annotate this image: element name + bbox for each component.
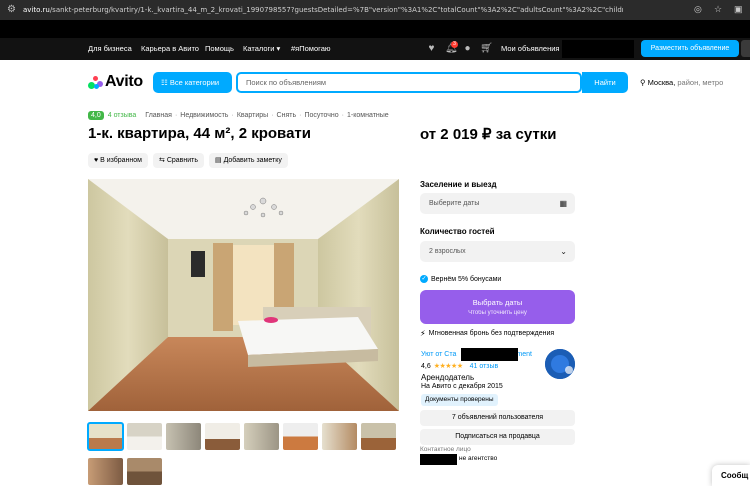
messages-widget[interactable]: Сообщ bbox=[712, 465, 750, 486]
dates-input[interactable]: Выберите даты ▦ bbox=[420, 193, 575, 214]
rating-badge: 4,0 bbox=[88, 111, 104, 120]
location-pin-icon: ⚲ bbox=[640, 78, 646, 87]
nav-catalogs[interactable]: Каталоги ▾ bbox=[243, 44, 280, 53]
chevron-down-icon: ⌄ bbox=[560, 247, 567, 256]
thumbnail-6[interactable] bbox=[283, 423, 318, 450]
crumb-home[interactable]: Главная bbox=[145, 112, 172, 119]
user-ads-button[interactable]: 7 объявлений пользователя bbox=[420, 410, 575, 426]
subscribe-seller-button[interactable]: Подписаться на продавца bbox=[420, 429, 575, 445]
redacted-contact bbox=[420, 454, 457, 465]
reviews-link[interactable]: 4 отзыва bbox=[108, 112, 137, 119]
search-input[interactable]: Поиск по объявлениям bbox=[236, 72, 582, 93]
favorite-button[interactable]: ♥ В избранном bbox=[88, 153, 148, 168]
guests-select[interactable]: 2 взрослых ⌄ bbox=[420, 241, 575, 262]
logo-text: Avito bbox=[105, 73, 143, 90]
nav-business[interactable]: Для бизнеса bbox=[88, 44, 132, 53]
dates-label: Заселение и выезд bbox=[420, 180, 497, 189]
host-rating: 4,6 ★★★★★ 41 отзыв bbox=[421, 362, 499, 371]
thumbnail-4[interactable] bbox=[205, 423, 240, 450]
host-reviews-link[interactable]: 41 отзыв bbox=[470, 363, 499, 370]
location-selector[interactable]: ⚲ Москва, район, метро bbox=[640, 78, 723, 87]
bedroom-photo bbox=[88, 179, 399, 411]
listing-title: 1-к. квартира, 44 м², 2 кровати bbox=[88, 125, 311, 142]
compare-icon: ⇆ bbox=[159, 157, 167, 164]
logo-dots-icon bbox=[88, 75, 103, 89]
edge-panel bbox=[741, 40, 750, 57]
nav-ipomogayu[interactable]: #яПомогаю bbox=[291, 44, 331, 53]
host-since: На Авито с декабря 2015 bbox=[421, 383, 503, 390]
redacted-host-name bbox=[461, 348, 518, 361]
avatar-image bbox=[545, 349, 575, 379]
crumb-1room[interactable]: 1-комнатные bbox=[347, 112, 389, 119]
my-ads-link[interactable]: Мои объявления bbox=[501, 44, 560, 53]
guests-label: Количество гостей bbox=[420, 227, 495, 236]
find-button[interactable]: Найти bbox=[582, 72, 628, 93]
instant-booking-note: ⚡︎ Мгновенная бронь без подтверждения bbox=[420, 329, 555, 338]
browser-address-bar[interactable]: ⚙ avito.ru/sankt-peterburg/kvartiry/1-k.… bbox=[0, 0, 750, 20]
crumb-rent[interactable]: Снять bbox=[277, 112, 297, 119]
site-info-icon[interactable]: ⚙ bbox=[7, 4, 19, 16]
redacted-user bbox=[562, 40, 634, 58]
crumb-realty[interactable]: Недвижимость bbox=[180, 112, 228, 119]
thumbnail-8[interactable] bbox=[361, 423, 396, 450]
grid-icon: ☷ bbox=[161, 78, 170, 87]
lightning-icon: ⚡︎ bbox=[420, 329, 426, 338]
all-categories-button[interactable]: ☷ Все категории bbox=[153, 72, 232, 93]
nav-career[interactable]: Карьера в Авито bbox=[141, 44, 199, 53]
star-icon[interactable]: ☆ bbox=[714, 4, 724, 14]
bonus-icon: ✓ bbox=[420, 275, 428, 283]
main-photo[interactable] bbox=[88, 179, 399, 411]
thumbnail-10[interactable] bbox=[127, 458, 162, 485]
note-icon: ▤ bbox=[215, 157, 224, 164]
calendar-icon: ▦ bbox=[559, 199, 567, 208]
contact-label: Контактное лицо bbox=[420, 446, 471, 453]
listing-actions: ♥ В избранном ⇆ Сравнить ▤ Добавить заме… bbox=[88, 153, 288, 168]
thumbnail-5[interactable] bbox=[244, 423, 279, 450]
thumbnail-9[interactable] bbox=[88, 458, 123, 485]
thumbnail-2[interactable] bbox=[127, 423, 162, 450]
heart-icon[interactable]: ♥ bbox=[426, 43, 437, 54]
extensions-icon[interactable]: ▣ bbox=[734, 4, 744, 14]
redacted-bar bbox=[0, 20, 750, 38]
choose-dates-button[interactable]: Выбрать даты Чтобы уточнить цену bbox=[420, 290, 575, 324]
cart-icon[interactable]: 🛒︎ bbox=[480, 43, 493, 54]
eye-off-icon[interactable]: ◎ bbox=[694, 4, 704, 14]
avito-logo[interactable]: Avito bbox=[88, 73, 143, 91]
crumb-flats[interactable]: Квартиры bbox=[237, 112, 268, 119]
bonus-info: ✓ Вернём 5% бонусами bbox=[420, 275, 502, 283]
thumbnail-7[interactable] bbox=[322, 423, 357, 450]
docs-verified-badge: Документы проверены bbox=[421, 394, 498, 406]
contact-type: не агентство bbox=[459, 455, 498, 462]
add-note-button[interactable]: ▤ Добавить заметку bbox=[209, 153, 288, 168]
site-header: Avito ☷ Все категории Поиск по объявлени… bbox=[0, 60, 750, 106]
thumbnail-3[interactable] bbox=[166, 423, 201, 450]
host-role: Арендодатель bbox=[421, 373, 475, 382]
top-navigation: Для бизнеса Карьера в Авито Помощь Катал… bbox=[0, 38, 750, 60]
url-text[interactable]: avito.ru/sankt-peterburg/kvartiry/1-k._k… bbox=[23, 6, 623, 14]
listing-price: от 2 019 ₽ за сутки bbox=[420, 126, 557, 143]
messages-icon[interactable]: ● bbox=[462, 43, 473, 54]
crumb-daily[interactable]: Посуточно bbox=[304, 112, 338, 119]
breadcrumb: 4,0 4 отзыва Главная · Недвижимость · Квар… bbox=[88, 111, 389, 120]
nav-help[interactable]: Помощь bbox=[205, 44, 234, 53]
place-ad-button[interactable]: Разместить объявление bbox=[641, 40, 739, 57]
thumbnail-1[interactable] bbox=[87, 422, 124, 451]
compare-button[interactable]: ⇆ Сравнить bbox=[153, 153, 205, 168]
host-avatar[interactable] bbox=[545, 349, 575, 379]
notification-count-badge: 3 bbox=[451, 41, 458, 48]
